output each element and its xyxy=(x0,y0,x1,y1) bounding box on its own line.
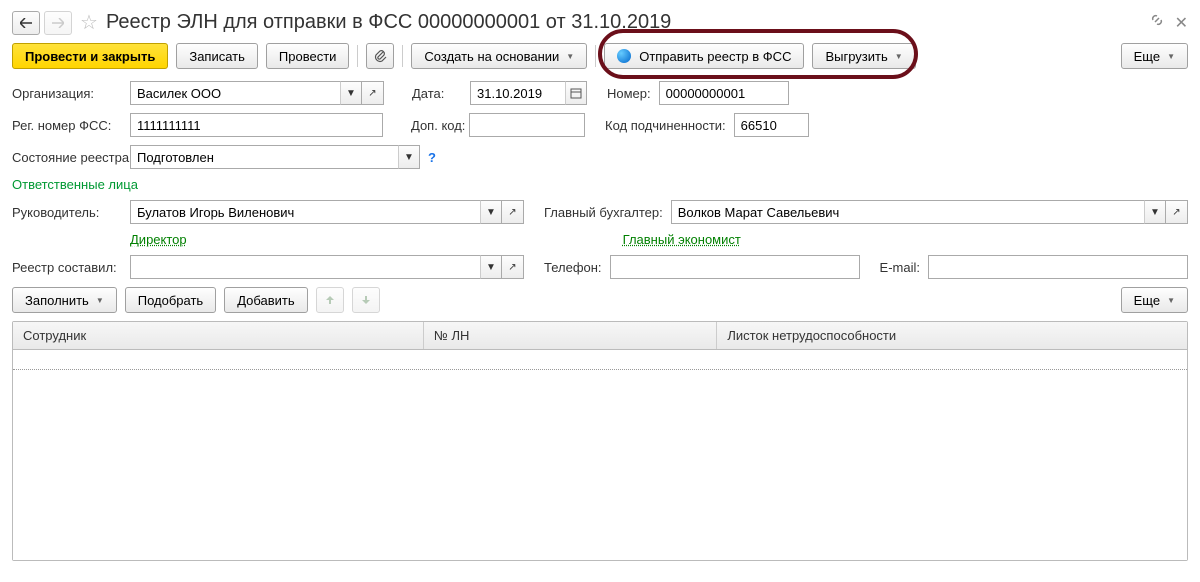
head-field[interactable]: ▼ ↗ xyxy=(130,200,524,224)
fss-reg-label: Рег. номер ФСС: xyxy=(12,118,122,133)
head-label: Руководитель: xyxy=(12,205,122,220)
date-field[interactable] xyxy=(470,81,587,105)
globe-icon xyxy=(617,49,631,63)
move-down-button[interactable] xyxy=(352,287,380,313)
fill-button[interactable]: Заполнить ▼ xyxy=(12,287,117,313)
organization-field[interactable]: ▼ ↗ xyxy=(130,81,384,105)
date-label: Дата: xyxy=(412,86,462,101)
post-and-close-button[interactable]: Провести и закрыть xyxy=(12,43,168,69)
email-field[interactable] xyxy=(928,255,1188,279)
list-toolbar: Заполнить ▼ Подобрать Добавить Еще ▼ xyxy=(12,287,1188,313)
chevron-down-icon: ▼ xyxy=(96,296,104,305)
page-title: Реестр ЭЛН для отправки в ФСС 0000000000… xyxy=(106,11,1145,34)
accountant-position-link[interactable]: Главный экономист xyxy=(623,232,741,247)
list-more-button[interactable]: Еще ▼ xyxy=(1121,287,1188,313)
head-position-link[interactable]: Директор xyxy=(130,232,187,247)
extra-code-label: Доп. код: xyxy=(411,118,461,133)
col-disability[interactable]: Листок нетрудоспособности xyxy=(717,322,1187,349)
table-body[interactable] xyxy=(13,350,1187,560)
more-button[interactable]: Еще ▼ xyxy=(1121,43,1188,69)
accountant-label: Главный бухгалтер: xyxy=(544,205,663,220)
col-employee[interactable]: Сотрудник xyxy=(13,322,424,349)
number-label: Номер: xyxy=(607,86,651,101)
extra-code-field[interactable] xyxy=(469,113,585,137)
phone-field[interactable] xyxy=(610,255,860,279)
toolbar-separator xyxy=(402,45,403,67)
post-button[interactable]: Провести xyxy=(266,43,350,69)
table-header: Сотрудник № ЛН Листок нетрудоспособности xyxy=(13,322,1187,350)
chevron-down-icon: ▼ xyxy=(895,52,903,61)
empty-row xyxy=(13,350,1187,370)
col-ln-number[interactable]: № ЛН xyxy=(424,322,718,349)
dropdown-icon[interactable]: ▼ xyxy=(480,255,502,279)
dropdown-icon[interactable]: ▼ xyxy=(398,145,420,169)
accountant-field[interactable]: ▼ ↗ xyxy=(671,200,1188,224)
number-field[interactable] xyxy=(659,81,789,105)
favorite-star-icon[interactable]: ☆ xyxy=(80,10,98,35)
move-up-button[interactable] xyxy=(316,287,344,313)
organization-label: Организация: xyxy=(12,86,122,101)
compiled-label: Реестр составил: xyxy=(12,260,122,275)
export-button[interactable]: Выгрузить ▼ xyxy=(812,43,915,69)
chevron-down-icon: ▼ xyxy=(1167,52,1175,61)
main-toolbar: Провести и закрыть Записать Провести Соз… xyxy=(12,43,1188,69)
open-icon[interactable]: ↗ xyxy=(1166,200,1188,224)
nav-back-button[interactable] xyxy=(12,11,40,35)
dropdown-icon[interactable]: ▼ xyxy=(340,81,362,105)
fss-reg-field[interactable] xyxy=(130,113,383,137)
dropdown-icon[interactable]: ▼ xyxy=(1144,200,1166,224)
close-icon[interactable]: ✕ xyxy=(1175,13,1188,33)
open-icon[interactable]: ↗ xyxy=(502,255,524,279)
dropdown-icon[interactable]: ▼ xyxy=(480,200,502,224)
open-icon[interactable]: ↗ xyxy=(502,200,524,224)
phone-label: Телефон: xyxy=(544,260,602,275)
open-icon[interactable]: ↗ xyxy=(362,81,384,105)
toolbar-separator xyxy=(357,45,358,67)
status-field[interactable]: ▼ xyxy=(130,145,420,169)
send-registry-button[interactable]: Отправить реестр в ФСС xyxy=(604,43,804,69)
attach-button[interactable] xyxy=(366,43,394,69)
link-icon[interactable] xyxy=(1149,12,1165,33)
calendar-icon[interactable] xyxy=(565,81,587,105)
sub-code-label: Код подчиненности: xyxy=(605,118,726,133)
chevron-down-icon: ▼ xyxy=(1167,296,1175,305)
status-label: Состояние реестра: xyxy=(12,150,122,165)
help-icon[interactable]: ? xyxy=(428,150,436,165)
email-label: E-mail: xyxy=(880,260,920,275)
add-button[interactable]: Добавить xyxy=(224,287,307,313)
sub-code-field[interactable] xyxy=(734,113,809,137)
compiled-field[interactable]: ▼ ↗ xyxy=(130,255,524,279)
toolbar-separator xyxy=(595,45,596,67)
create-based-on-button[interactable]: Создать на основании ▼ xyxy=(411,43,587,69)
save-button[interactable]: Записать xyxy=(176,43,258,69)
chevron-down-icon: ▼ xyxy=(566,52,574,61)
responsibles-section-title: Ответственные лица xyxy=(12,177,1188,192)
pick-button[interactable]: Подобрать xyxy=(125,287,216,313)
nav-forward-button[interactable] xyxy=(44,11,72,35)
employees-table: Сотрудник № ЛН Листок нетрудоспособности xyxy=(12,321,1188,561)
